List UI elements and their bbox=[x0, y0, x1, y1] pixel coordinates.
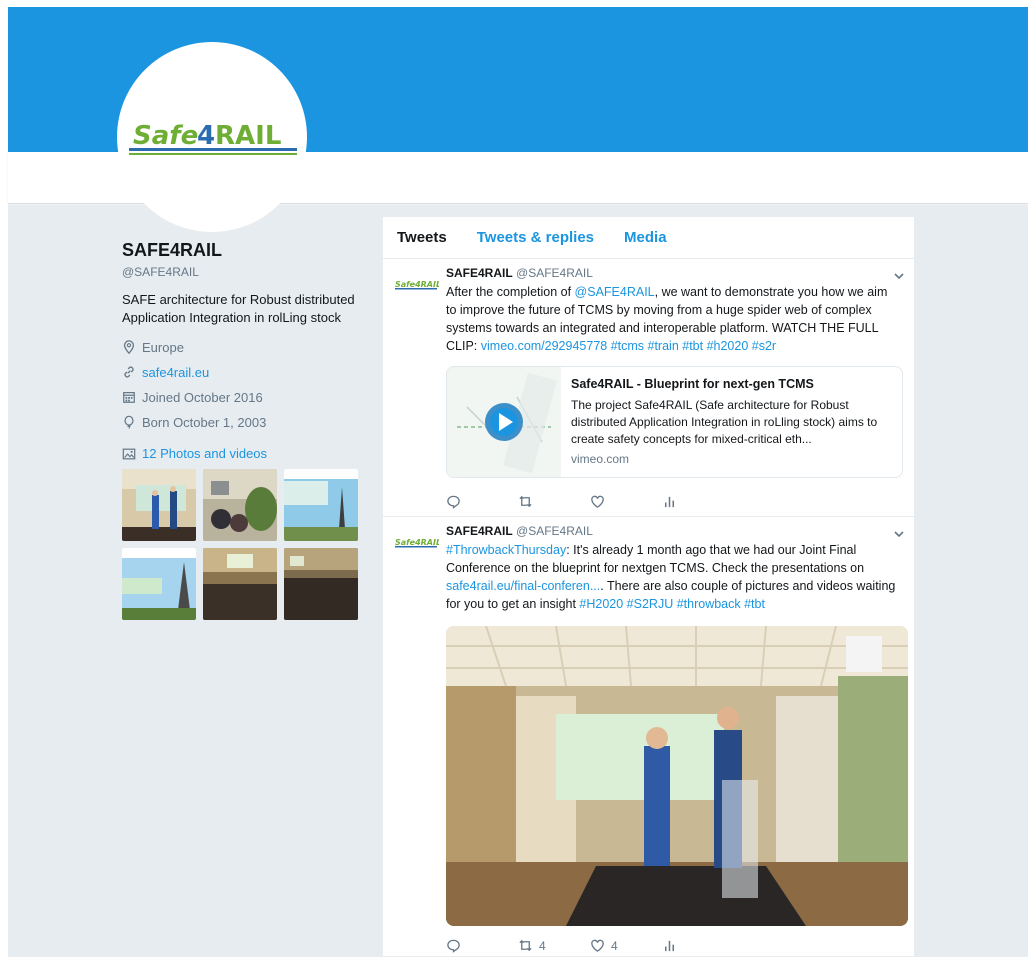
tweet[interactable]: Safe4RAIL SAFE4RAIL @SAFE4RAIL #Throwbac… bbox=[383, 518, 914, 957]
tweet-avatar-logo: Safe4RAIL bbox=[395, 280, 439, 290]
profile-sidebar: SAFE4RAIL @SAFE4RAIL SAFE architecture f… bbox=[122, 240, 372, 461]
tweet-text: #ThrowbackThursday: It's already 1 month… bbox=[446, 541, 901, 613]
tweet-text-part: After the completion of bbox=[446, 285, 575, 299]
like-button[interactable]: 4 bbox=[590, 938, 662, 953]
retweet-button[interactable]: 4 bbox=[518, 938, 590, 953]
profile-joined: Joined October 2016 bbox=[122, 389, 372, 405]
joined-text: Joined October 2016 bbox=[142, 389, 263, 405]
profile-location: Europe bbox=[122, 339, 372, 355]
tweet-header: SAFE4RAIL @SAFE4RAIL bbox=[446, 266, 901, 280]
tweet-link-hashtags[interactable]: vimeo.com/292945778 #tcms #train #tbt #h… bbox=[481, 339, 776, 353]
profile-birthday: Born October 1, 2003 bbox=[122, 414, 372, 430]
photos-videos-link[interactable]: 12 Photos and videos bbox=[122, 446, 372, 461]
tweet-actions: 4 4 bbox=[446, 938, 734, 953]
media-thumbnail[interactable] bbox=[203, 469, 277, 541]
card-thumbnail-graphic bbox=[447, 367, 561, 477]
profile-avatar[interactable]: Safe 4 RAIL bbox=[117, 42, 307, 232]
tweet-author-name[interactable]: SAFE4RAIL bbox=[446, 266, 513, 280]
card-body: Safe4RAIL - Blueprint for next-gen TCMS … bbox=[571, 377, 896, 466]
tab-tweets-replies[interactable]: Tweets & replies bbox=[477, 229, 594, 246]
location-text: Europe bbox=[142, 339, 184, 355]
tweet-photo[interactable] bbox=[446, 626, 908, 926]
like-icon bbox=[591, 495, 604, 508]
photo-workshop bbox=[203, 469, 277, 541]
svg-text:Safe: Safe bbox=[133, 121, 198, 151]
media-thumbnail[interactable] bbox=[122, 548, 196, 620]
tweet-actions bbox=[446, 494, 734, 509]
svg-text:Safe4RAIL: Safe4RAIL bbox=[395, 280, 439, 289]
photo-conference-flyer bbox=[284, 469, 358, 541]
tab-tweets[interactable]: Tweets bbox=[397, 229, 447, 246]
timeline-tabs: Tweets Tweets & replies Media bbox=[383, 217, 914, 259]
card-domain: vimeo.com bbox=[571, 452, 630, 466]
analytics-button[interactable] bbox=[662, 494, 734, 509]
photo-conference-hall bbox=[284, 548, 358, 620]
tweet-header: SAFE4RAIL @SAFE4RAIL bbox=[446, 524, 901, 538]
profile-website[interactable]: safe4rail.eu bbox=[122, 364, 372, 380]
analytics-button[interactable] bbox=[662, 938, 734, 953]
svg-text:4: 4 bbox=[197, 121, 215, 151]
tweet-author-handle[interactable]: @SAFE4RAIL bbox=[516, 524, 593, 538]
tweet-avatar-logo: Safe4RAIL bbox=[395, 538, 439, 548]
tweet-text: After the completion of @SAFE4RAIL, we w… bbox=[446, 283, 901, 355]
tweet-author-name[interactable]: SAFE4RAIL bbox=[446, 524, 513, 538]
retweet-icon bbox=[519, 939, 532, 952]
media-thumbnail[interactable] bbox=[284, 469, 358, 541]
tab-media[interactable]: Media bbox=[624, 229, 667, 246]
retweet-button[interactable] bbox=[518, 494, 590, 509]
photo-save-the-date bbox=[122, 548, 196, 620]
tweet[interactable]: Safe4RAIL SAFE4RAIL @SAFE4RAIL After the… bbox=[383, 260, 914, 517]
chevron-down-icon[interactable] bbox=[893, 528, 905, 540]
media-thumbnail[interactable] bbox=[203, 548, 277, 620]
photo-speakers-on-stage bbox=[446, 626, 908, 926]
website-link[interactable]: safe4rail.eu bbox=[142, 365, 209, 380]
like-count: 4 bbox=[611, 938, 618, 953]
profile-name[interactable]: SAFE4RAIL bbox=[122, 240, 372, 261]
reply-icon bbox=[447, 495, 460, 509]
link-preview-card[interactable]: Safe4RAIL - Blueprint for next-gen TCMS … bbox=[446, 366, 903, 478]
birthday-text: Born October 1, 2003 bbox=[142, 414, 267, 430]
profile-bio: SAFE architecture for Robust distributed… bbox=[122, 292, 355, 325]
reply-button[interactable] bbox=[446, 938, 518, 953]
photos-videos-label[interactable]: 12 Photos and videos bbox=[142, 446, 267, 461]
analytics-icon bbox=[665, 496, 674, 508]
location-icon bbox=[123, 340, 135, 354]
photo-speakers-stage bbox=[122, 469, 196, 541]
like-icon bbox=[591, 939, 604, 952]
retweet-icon bbox=[519, 495, 532, 508]
balloon-icon bbox=[124, 415, 134, 429]
link-icon bbox=[124, 366, 134, 378]
media-thumbnail[interactable] bbox=[284, 548, 358, 620]
card-thumbnail bbox=[447, 367, 561, 477]
hashtag-link[interactable]: #ThrowbackThursday bbox=[446, 543, 566, 557]
photo-audience bbox=[203, 548, 277, 620]
retweet-count: 4 bbox=[539, 938, 546, 953]
media-thumbnail-grid bbox=[122, 469, 358, 620]
mention-link[interactable]: @SAFE4RAIL bbox=[575, 285, 655, 299]
analytics-icon bbox=[665, 940, 674, 952]
profile-handle: @SAFE4RAIL bbox=[122, 265, 199, 279]
media-thumbnail[interactable] bbox=[122, 469, 196, 541]
tweet-content: SAFE4RAIL @SAFE4RAIL After the completio… bbox=[446, 266, 904, 355]
svg-text:RAIL: RAIL bbox=[215, 121, 281, 151]
tweet-link[interactable]: safe4rail.eu/final-conferen... bbox=[446, 579, 600, 593]
timeline-panel: Tweets Tweets & replies Media Safe4RAIL … bbox=[382, 216, 915, 957]
reply-button[interactable] bbox=[446, 494, 518, 509]
svg-text:Safe4RAIL: Safe4RAIL bbox=[395, 538, 439, 547]
card-title[interactable]: Safe4RAIL - Blueprint for next-gen TCMS bbox=[571, 377, 896, 391]
hashtag-links[interactable]: #H2020 #S2RJU #throwback #tbt bbox=[579, 597, 765, 611]
tweet-content: SAFE4RAIL @SAFE4RAIL #ThrowbackThursday:… bbox=[446, 524, 904, 613]
safe4rail-logo: Safe 4 RAIL bbox=[129, 121, 297, 155]
reply-icon bbox=[447, 939, 460, 953]
photo-icon bbox=[122, 448, 136, 459]
chevron-down-icon[interactable] bbox=[893, 270, 905, 282]
like-button[interactable] bbox=[590, 494, 662, 509]
card-description: The project Safe4RAIL (Safe architecture… bbox=[571, 398, 878, 446]
tweet-author-handle[interactable]: @SAFE4RAIL bbox=[516, 266, 593, 280]
calendar-icon bbox=[123, 392, 135, 403]
